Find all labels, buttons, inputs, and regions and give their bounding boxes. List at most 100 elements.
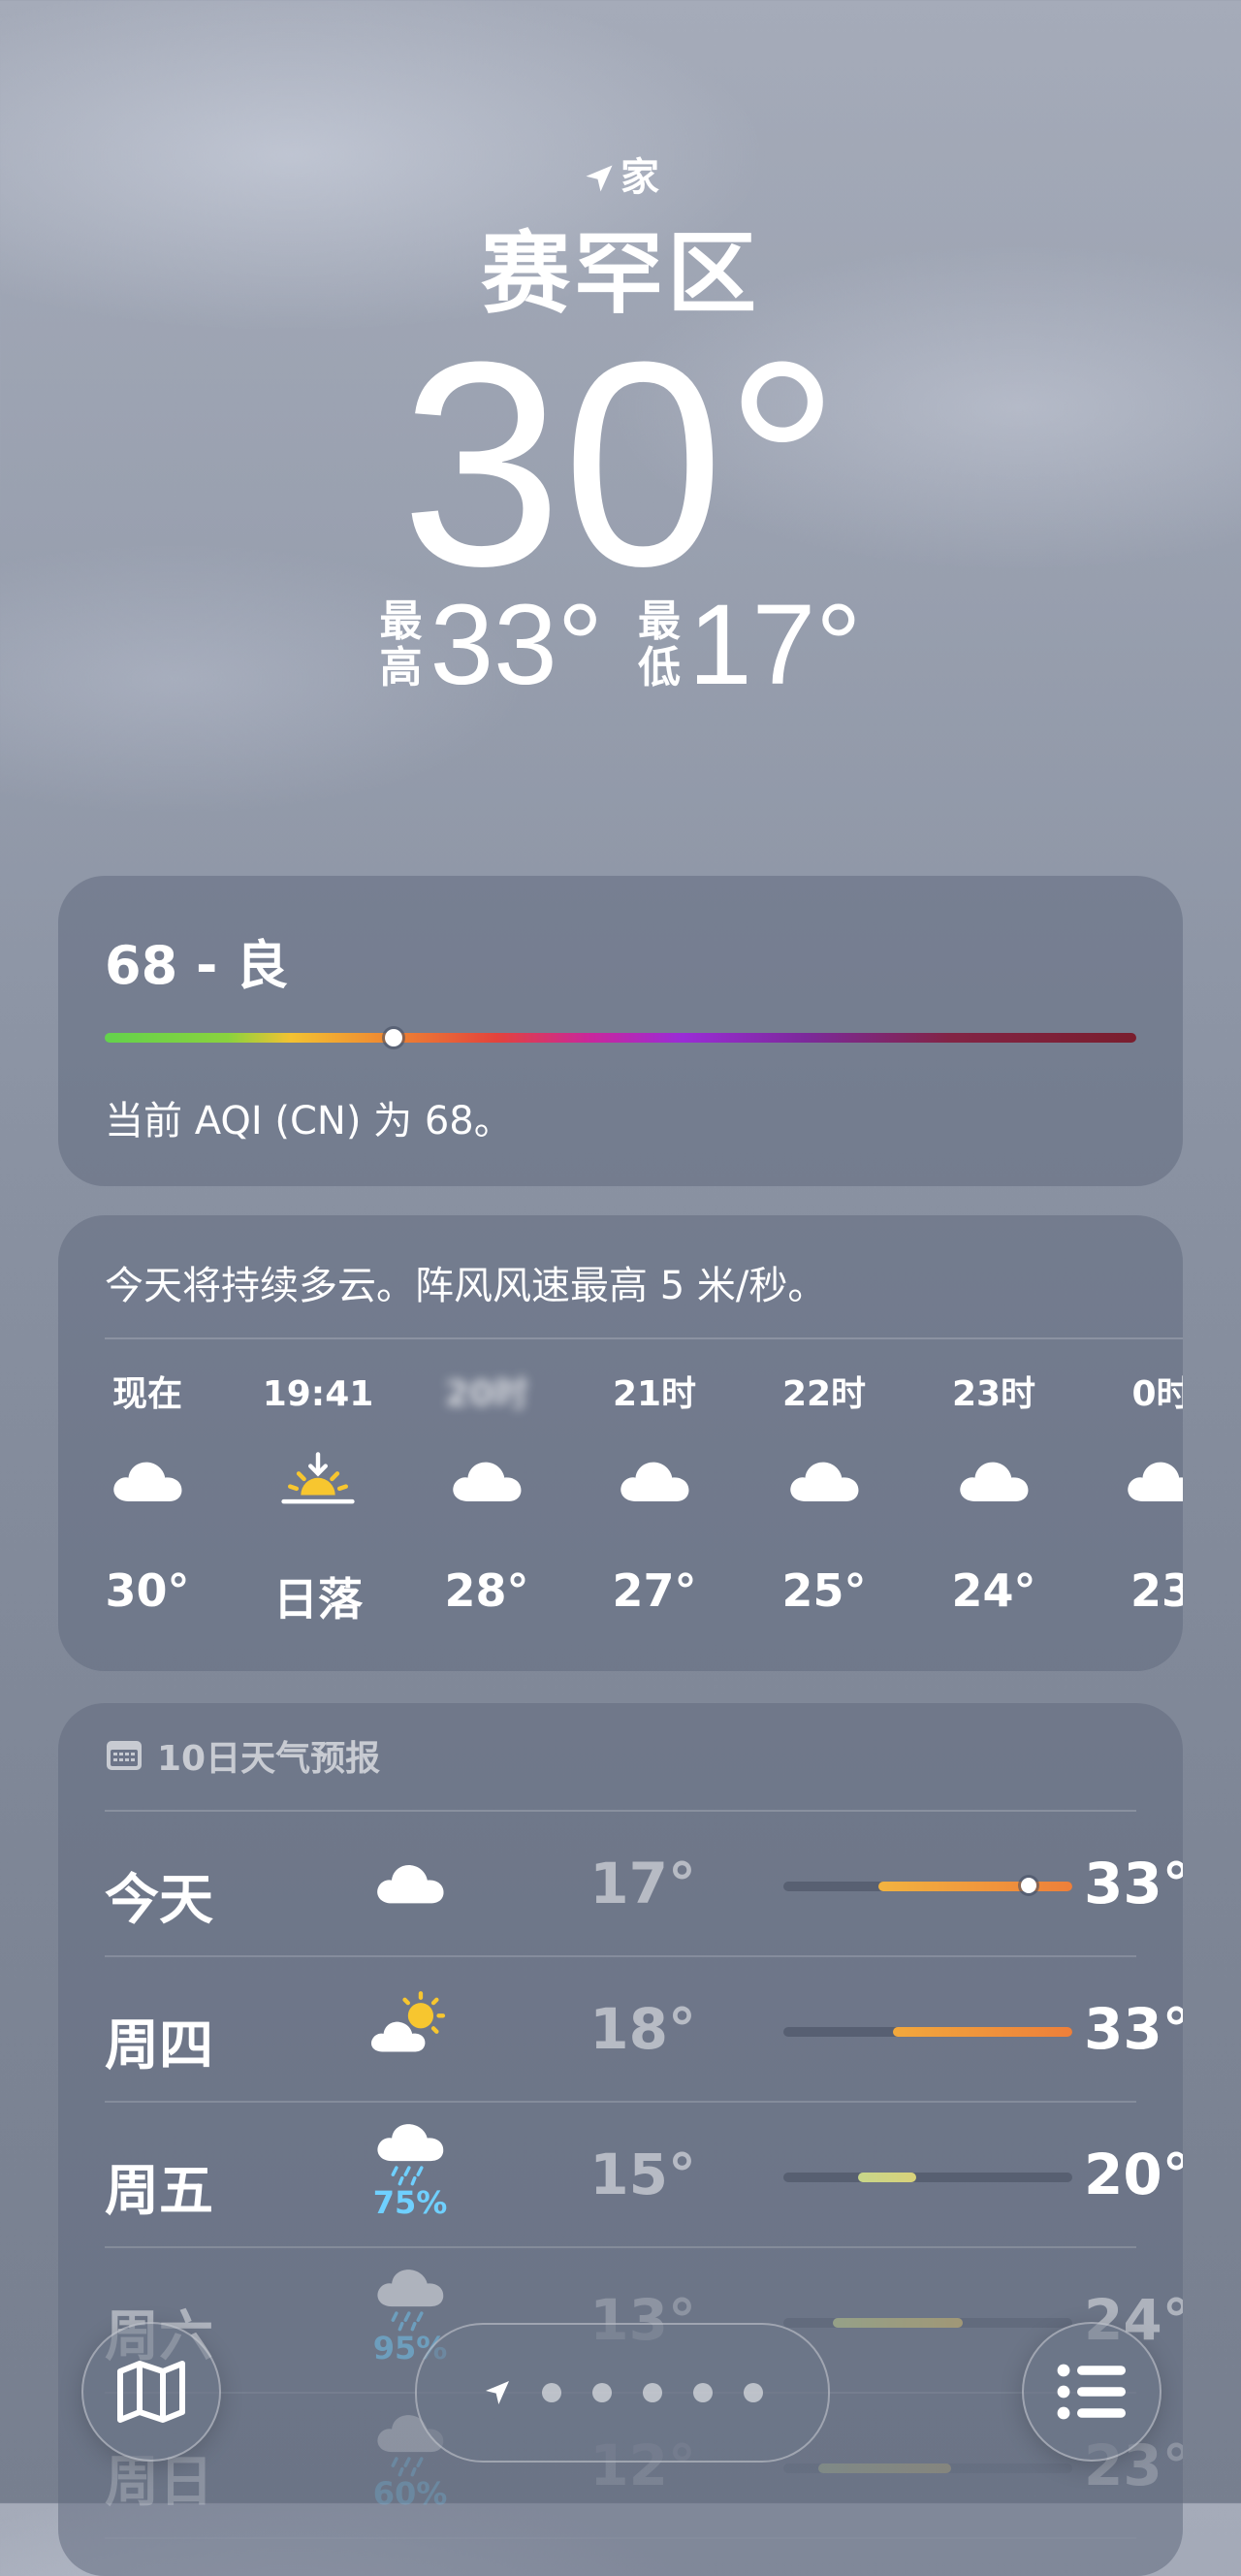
- hour-icon: [240, 1427, 396, 1533]
- cloud-icon: [113, 1462, 182, 1501]
- day-high-temp: 33°: [1084, 1996, 1183, 2062]
- hour-time: 现在: [111, 1374, 182, 1414]
- temp-range-track: [783, 2463, 1072, 2473]
- divider: [105, 1337, 1183, 1339]
- location-label: 家: [0, 145, 1241, 202]
- day-high-temp: 33°: [1084, 1851, 1183, 1916]
- precip-chance: 75%: [372, 2184, 448, 2221]
- precip-chance: 60%: [372, 2475, 448, 2512]
- day-name: 周五: [105, 2160, 213, 2223]
- current-temperature: 30°: [400, 301, 841, 627]
- location-name: 家: [620, 155, 659, 200]
- hour-icon: [747, 1427, 902, 1533]
- location-arrow-icon: [486, 2381, 509, 2404]
- cloud-icon: [790, 1462, 859, 1501]
- daily-row[interactable]: 周四 18° 33°: [105, 1957, 1183, 2103]
- hourly-item: 19:41 日落: [240, 1351, 396, 1628]
- cloud-icon: [1128, 1462, 1183, 1501]
- ten-day-title: 10日天气预报: [157, 1739, 381, 1779]
- hour-time: 21时: [612, 1374, 697, 1414]
- sunset-icon: [281, 1452, 355, 1504]
- temp-range-fill: [858, 2173, 917, 2182]
- hour-time: 20时: [444, 1374, 529, 1414]
- high-label: 最高: [380, 598, 423, 692]
- rain-cloud-icon: [377, 2270, 444, 2332]
- hour-temp: 28°: [444, 1564, 529, 1617]
- location-arrow-icon: [586, 165, 613, 192]
- cloud-icon: [620, 1462, 689, 1501]
- hourly-item: 0时 23: [1084, 1351, 1183, 1617]
- cloud-icon: [960, 1462, 1029, 1501]
- low-temp-value: 17°: [688, 581, 862, 709]
- page-dot[interactable]: [643, 2383, 662, 2402]
- hour-icon: [577, 1427, 732, 1533]
- day-low-temp: 17°: [589, 1851, 696, 1916]
- hour-icon: [409, 1427, 564, 1533]
- temp-range-fill: [817, 2463, 951, 2473]
- hourly-item: 20时 28°: [409, 1351, 564, 1617]
- hour-time: 23时: [951, 1374, 1036, 1414]
- high-label-char-1: 最: [379, 596, 423, 646]
- list-icon: [1057, 2364, 1126, 2420]
- hour-temp: 日落: [273, 1573, 363, 1626]
- page-dot[interactable]: [542, 2383, 561, 2402]
- temp-range-track: [783, 2173, 1072, 2182]
- hourly-item: 现在 30°: [70, 1351, 225, 1617]
- day-icon: [357, 1977, 463, 2093]
- air-quality-card[interactable]: 68 - 良 当前 AQI (CN) 为 68。: [58, 876, 1183, 1186]
- hour-time: 0时: [1131, 1374, 1183, 1414]
- aqi-gradient-bar: [105, 1033, 1136, 1043]
- hour-temp: 27°: [612, 1564, 697, 1617]
- hourly-item: 21时 27°: [577, 1351, 732, 1617]
- map-button[interactable]: [81, 2322, 221, 2462]
- day-icon: [357, 1831, 463, 1948]
- temp-range-track: [783, 1878, 1072, 1893]
- hour-temp: 30°: [105, 1564, 190, 1617]
- daily-row[interactable]: 今天 17° 33°: [105, 1812, 1183, 1957]
- partly-sunny-icon: [370, 1991, 446, 2052]
- map-icon: [117, 2361, 185, 2423]
- aqi-title: 68 - 良: [105, 935, 289, 996]
- day-low-temp: 15°: [589, 2141, 696, 2207]
- page-dots: [542, 2383, 763, 2402]
- hour-icon: [916, 1427, 1071, 1533]
- ten-day-header: 10日天气预报: [105, 1730, 380, 1781]
- aqi-description: 当前 AQI (CN) 为 68。: [105, 1099, 513, 1143]
- city-list-button[interactable]: [1022, 2322, 1161, 2462]
- hour-time: 22时: [781, 1374, 867, 1414]
- cloud-icon: [377, 1865, 444, 1904]
- temp-range-fill: [878, 1882, 1072, 1891]
- hourly-item: 22时 25°: [747, 1351, 902, 1617]
- hourly-forecast-card[interactable]: 今天将持续多云。阵风风速最高 5 米/秒。 现在 30° 19:41 日落 20时 28°…: [58, 1215, 1183, 1671]
- hour-temp: 24°: [951, 1564, 1036, 1617]
- day-low-temp: 18°: [589, 1996, 696, 2062]
- high-temp-value: 33°: [430, 581, 603, 709]
- day-name: 周四: [105, 2014, 213, 2077]
- high-low-temperatures: 最高 33° 最低 17°: [0, 582, 1241, 708]
- temp-range-track: [783, 2318, 1072, 2328]
- temp-range-track: [783, 2027, 1072, 2037]
- cloud-icon: [453, 1462, 522, 1501]
- hour-time: 19:41: [262, 1374, 374, 1414]
- divider: [105, 2537, 1136, 2539]
- hour-icon: [70, 1427, 225, 1533]
- page-dot[interactable]: [592, 2383, 612, 2402]
- hour-temp: 25°: [781, 1564, 867, 1617]
- temp-range-fill: [832, 2318, 963, 2328]
- aqi-indicator-dot: [384, 1029, 402, 1046]
- high-temp-group: 最高 33°: [380, 582, 603, 708]
- calendar-icon: [107, 1741, 142, 1770]
- daily-row[interactable]: 周五 75% 15° 20°: [105, 2103, 1183, 2248]
- hourly-item: 23时 24°: [916, 1351, 1071, 1617]
- low-label: 最低: [638, 598, 681, 692]
- temp-range-fill: [893, 2027, 1072, 2037]
- page-dot[interactable]: [693, 2383, 713, 2402]
- page-dot[interactable]: [744, 2383, 763, 2402]
- low-label-char-2: 低: [638, 643, 681, 692]
- rain-cloud-icon: [377, 2124, 444, 2186]
- day-name: 今天: [105, 1869, 213, 1932]
- day-high-temp: 20°: [1084, 2141, 1183, 2207]
- low-temp-group: 最低 17°: [638, 582, 861, 708]
- hourly-summary: 今天将持续多云。阵风风速最高 5 米/秒。: [105, 1264, 827, 1308]
- page-indicator[interactable]: [415, 2323, 830, 2463]
